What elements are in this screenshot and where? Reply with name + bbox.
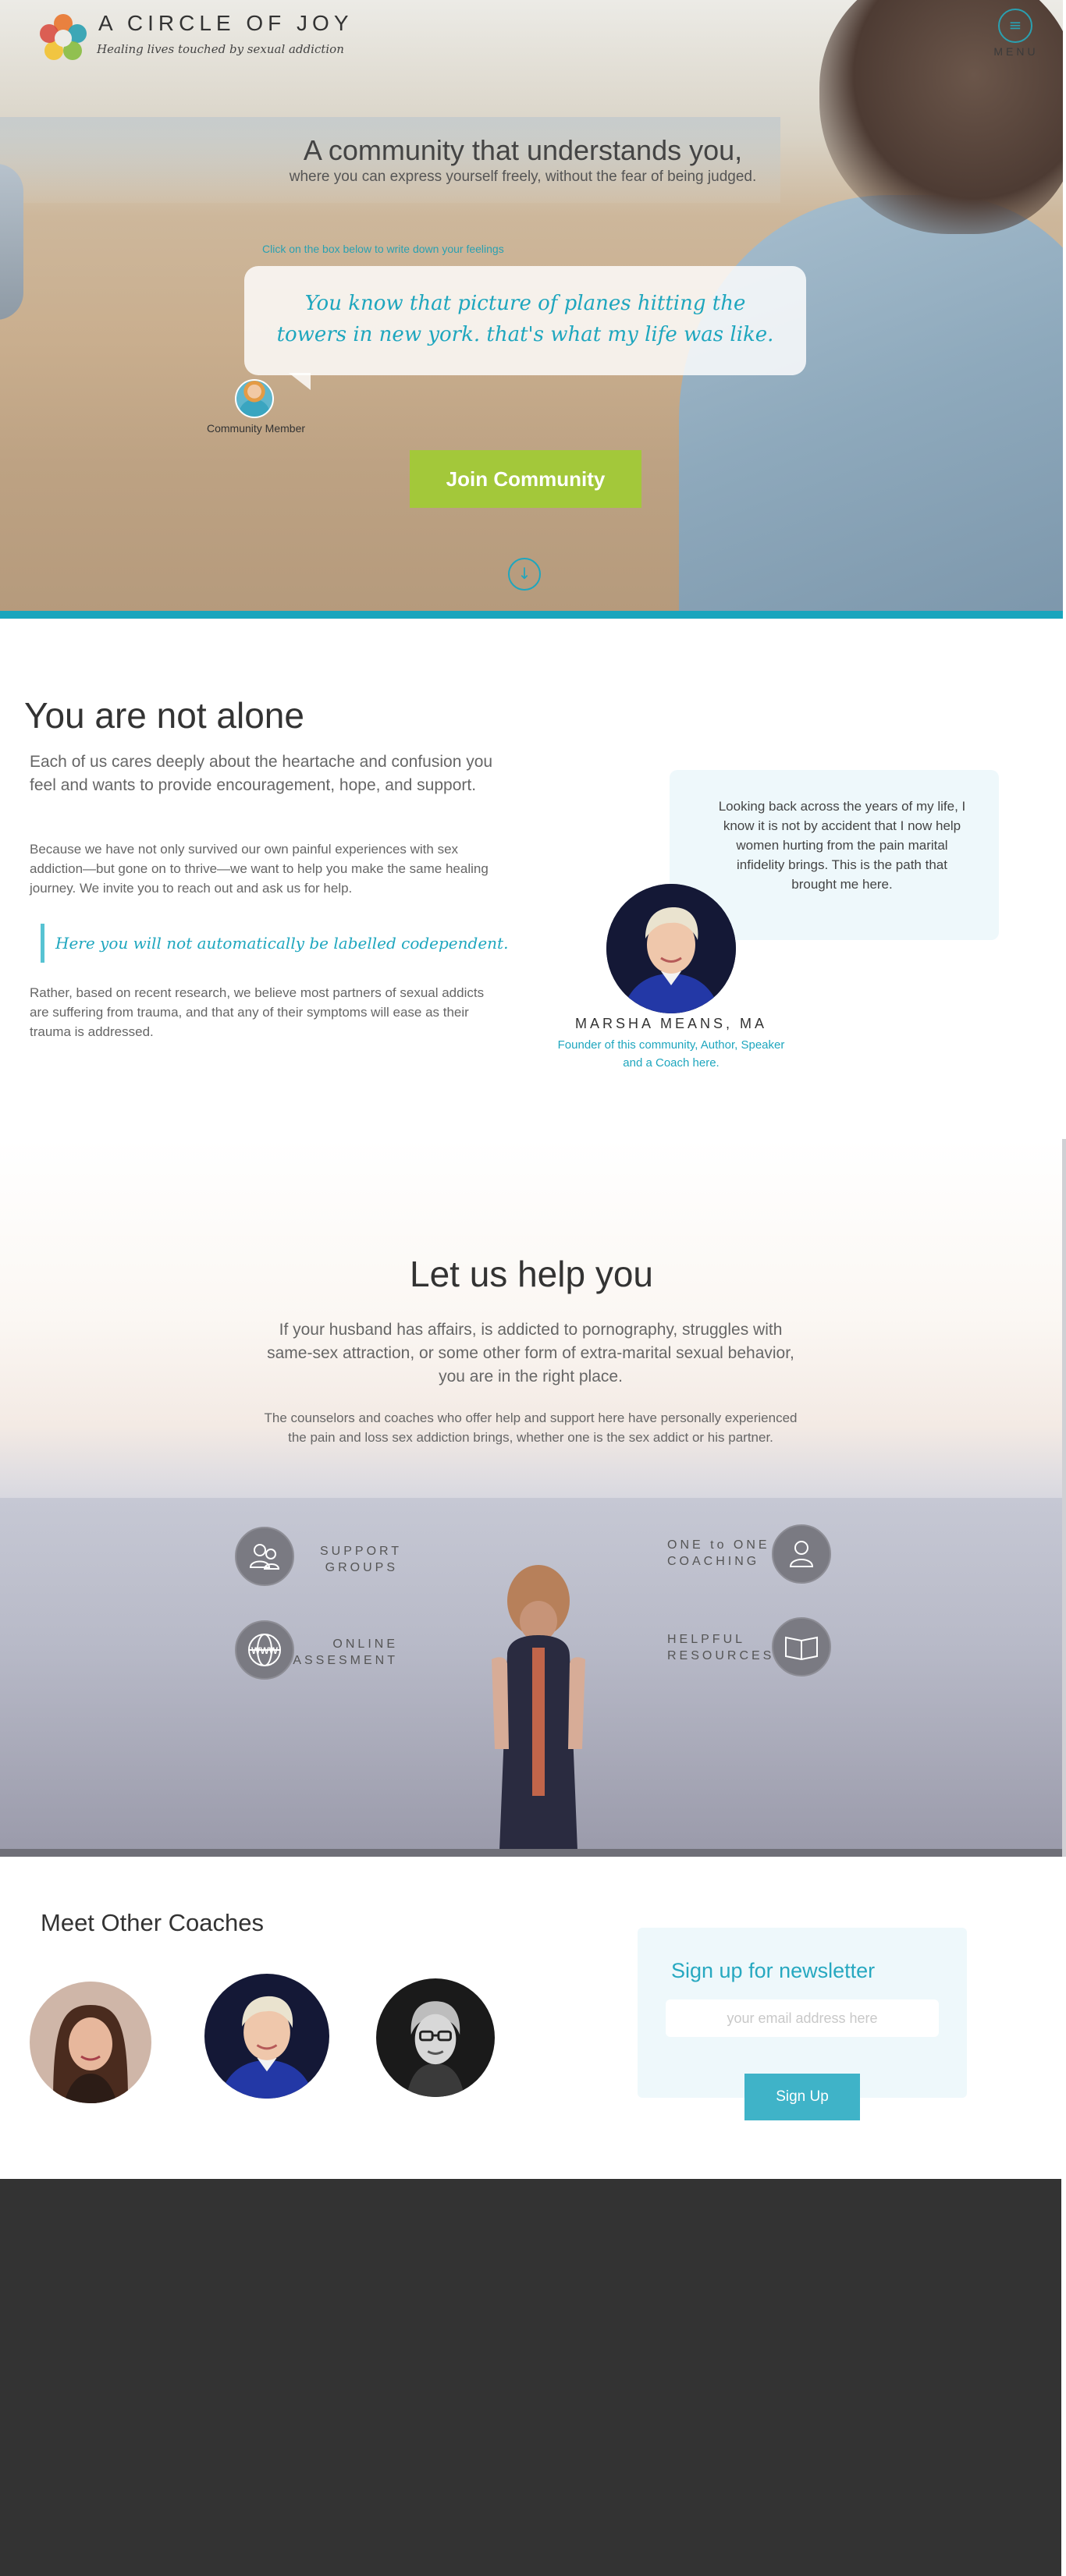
help-bottom-edge bbox=[0, 1849, 1063, 1857]
group-icon[interactable] bbox=[235, 1527, 294, 1586]
hero-background-figure bbox=[0, 164, 23, 320]
circle-of-joy-logo[interactable] bbox=[37, 12, 89, 64]
coach-photo[interactable] bbox=[30, 1982, 151, 2103]
one-to-one-coaching-label[interactable]: ONE to ONE COACHING bbox=[667, 1537, 776, 1570]
newsletter-title: Sign up for newsletter bbox=[671, 1959, 876, 1982]
founder-name: MARSHA MEANS, MA bbox=[574, 1016, 768, 1031]
www-globe-icon[interactable]: WWW bbox=[235, 1620, 294, 1680]
not-alone-quote: Here you will not automatically be label… bbox=[41, 924, 508, 963]
help-background-girl bbox=[492, 1565, 585, 1850]
join-community-button[interactable]: Join Community bbox=[410, 450, 641, 508]
feelings-textbox[interactable]: You know that picture of planes hitting … bbox=[244, 266, 806, 375]
help-lead: If your husband has affairs, is addicted… bbox=[267, 1321, 794, 1386]
site-tagline: Healing lives touched by sexual addictio… bbox=[97, 42, 344, 56]
footer bbox=[0, 2179, 1061, 2576]
help-title: Let us help you bbox=[409, 1254, 653, 1294]
helpful-resources-label[interactable]: HELPFUL RESOURCES bbox=[667, 1631, 776, 1664]
speech-bubble-tail bbox=[289, 373, 311, 390]
book-icon[interactable] bbox=[772, 1617, 831, 1677]
founder-role[interactable]: Founder of this community, Author, Speak… bbox=[554, 1036, 788, 1072]
hero-bottom-bar bbox=[0, 611, 1063, 619]
hero-section: A CIRCLE OF JOY Healing lives touched by… bbox=[0, 0, 1063, 619]
not-alone-title: You are not alone bbox=[24, 695, 304, 736]
hero-subheadline: where you can express yourself freely, w… bbox=[289, 169, 757, 185]
not-alone-paragraph-1: Because we have not only survived our ow… bbox=[30, 842, 489, 896]
coaches-title: Meet Other Coaches bbox=[41, 1909, 265, 1936]
menu-label[interactable]: MENU bbox=[988, 45, 1044, 58]
help-section: Let us help you If your husband has affa… bbox=[0, 1139, 1063, 1857]
feelings-hint: Click on the box below to write down you… bbox=[262, 243, 504, 255]
signup-button[interactable]: Sign Up bbox=[744, 2074, 860, 2120]
svg-text:WWW: WWW bbox=[251, 1645, 279, 1656]
hamburger-icon: ≡ bbox=[1008, 16, 1022, 34]
person-icon[interactable] bbox=[772, 1524, 831, 1584]
not-alone-paragraph-2: Rather, based on recent research, we bel… bbox=[30, 985, 485, 1039]
coach-photo[interactable] bbox=[204, 1974, 329, 2099]
hero-woman-shirt bbox=[679, 195, 1063, 619]
hero-headline: A community that understands you, bbox=[303, 134, 743, 166]
menu-button[interactable]: ≡ bbox=[998, 9, 1032, 43]
help-body: The counselors and coaches who offer hel… bbox=[264, 1410, 798, 1445]
arrow-down-circle-icon[interactable]: ↓ bbox=[508, 558, 541, 591]
founder-photo bbox=[606, 884, 736, 1013]
newsletter-box: Sign up for newsletter bbox=[638, 1928, 967, 2098]
page-scrollbar[interactable] bbox=[1062, 1139, 1066, 1857]
not-alone-lead: Each of us cares deeply about the hearta… bbox=[30, 753, 493, 794]
community-member-avatar bbox=[235, 379, 274, 418]
community-member-label: Community Member bbox=[206, 422, 306, 435]
coach-photo[interactable] bbox=[376, 1978, 495, 2097]
support-groups-label[interactable]: SUPPORT GROUPS bbox=[320, 1543, 399, 1576]
online-assesment-label[interactable]: ONLINE ASSESMENT bbox=[289, 1636, 398, 1669]
site-title[interactable]: A CIRCLE OF JOY bbox=[98, 11, 354, 36]
newsletter-email-input[interactable] bbox=[666, 1999, 939, 2037]
